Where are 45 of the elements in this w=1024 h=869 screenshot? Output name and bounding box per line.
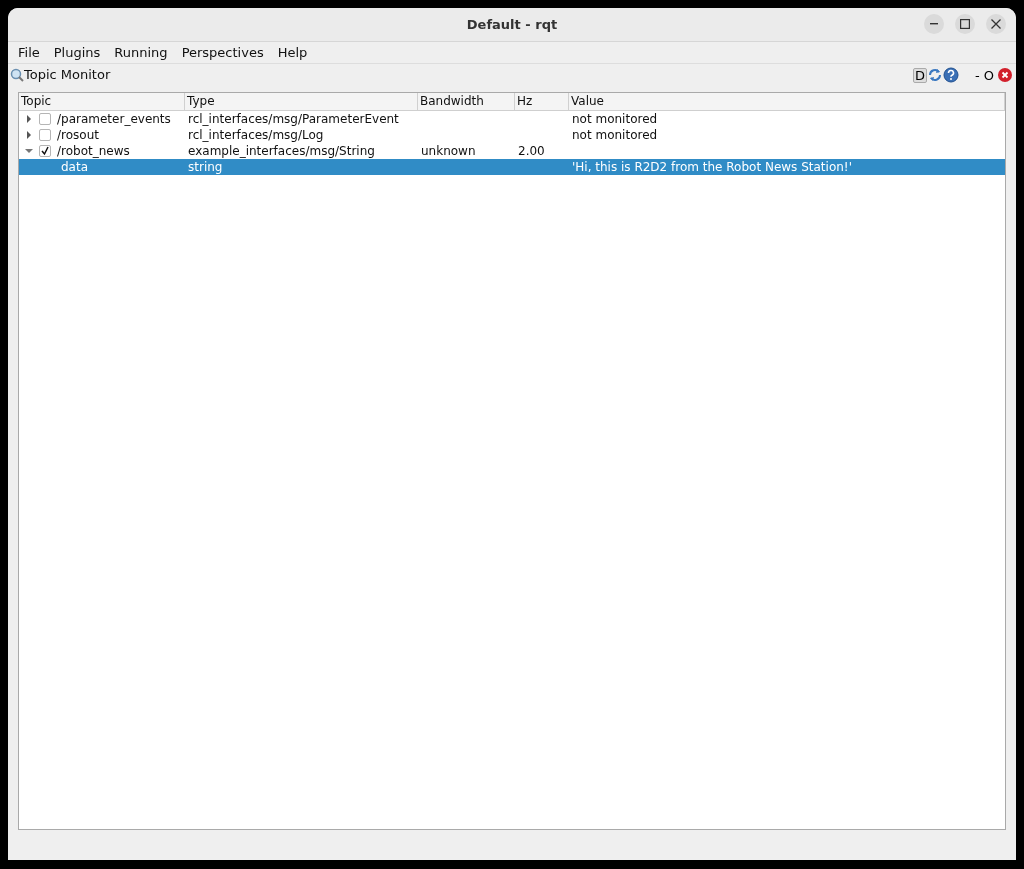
column-header[interactable]: Value <box>569 93 1005 110</box>
close-icon <box>998 68 1012 83</box>
table-cell: rcl_interfaces/msg/Log <box>188 128 324 142</box>
menu-item[interactable]: File <box>18 42 40 63</box>
menu-item[interactable]: Running <box>114 42 168 63</box>
table-cell: 2.00 <box>518 144 545 158</box>
column-header[interactable]: Topic <box>19 93 185 110</box>
tree-row[interactable]: /rosout rcl_interfaces/msg/Log not monitored <box>19 127 1005 143</box>
table-cell: string <box>188 160 223 174</box>
close-button[interactable] <box>996 67 1014 83</box>
window-title: Default - rqt <box>466 15 558 34</box>
table-cell: /robot_news <box>57 143 130 159</box>
dock-button[interactable]: O <box>981 68 996 82</box>
tree-row[interactable]: data string 'Hi, this is R2D2 from the Robot News Station!' <box>19 159 1005 175</box>
tree-row[interactable]: /robot_news example_interfaces/msg/String unknown 2.00 <box>19 143 1005 159</box>
column-header[interactable]: Hz <box>515 93 569 110</box>
menu-item[interactable]: Perspectives <box>181 42 264 63</box>
column-header[interactable]: Bandwidth <box>418 93 515 110</box>
dock-title: Topic Monitor <box>24 66 111 85</box>
maximize-button[interactable] <box>955 14 975 34</box>
table-cell: rcl_interfaces/msg/ParameterEvent <box>188 112 399 126</box>
dock-button[interactable]: - <box>973 68 982 82</box>
column-header[interactable]: Type <box>185 93 418 110</box>
close-icon <box>991 19 1001 29</box>
refresh-icon <box>927 67 944 83</box>
checkbox[interactable] <box>39 145 51 157</box>
table-cell: /parameter_events <box>57 111 171 127</box>
help-icon <box>943 67 960 83</box>
menu-item[interactable]: Help <box>277 42 308 63</box>
table-cell: example_interfaces/msg/String <box>188 144 375 158</box>
dock-button[interactable]: D <box>913 67 928 83</box>
checkbox[interactable] <box>39 129 51 141</box>
minimize-icon <box>930 23 938 25</box>
table-cell: not monitored <box>572 128 658 142</box>
menu-item[interactable]: Plugins <box>53 42 101 63</box>
tree-row[interactable]: /parameter_events rcl_interfaces/msg/ParameterEvent not monitored <box>19 111 1005 127</box>
checkbox[interactable] <box>39 113 51 125</box>
close-button[interactable] <box>986 14 1006 34</box>
maximize-icon <box>960 19 970 29</box>
magnifier-icon <box>10 68 24 82</box>
table-cell: unknown <box>421 144 476 158</box>
table-cell: 'Hi, this is R2D2 from the Robot News Station!' <box>572 160 852 174</box>
table-cell: not monitored <box>572 112 658 126</box>
table-cell: data <box>61 159 89 175</box>
table-cell: /rosout <box>57 127 99 143</box>
